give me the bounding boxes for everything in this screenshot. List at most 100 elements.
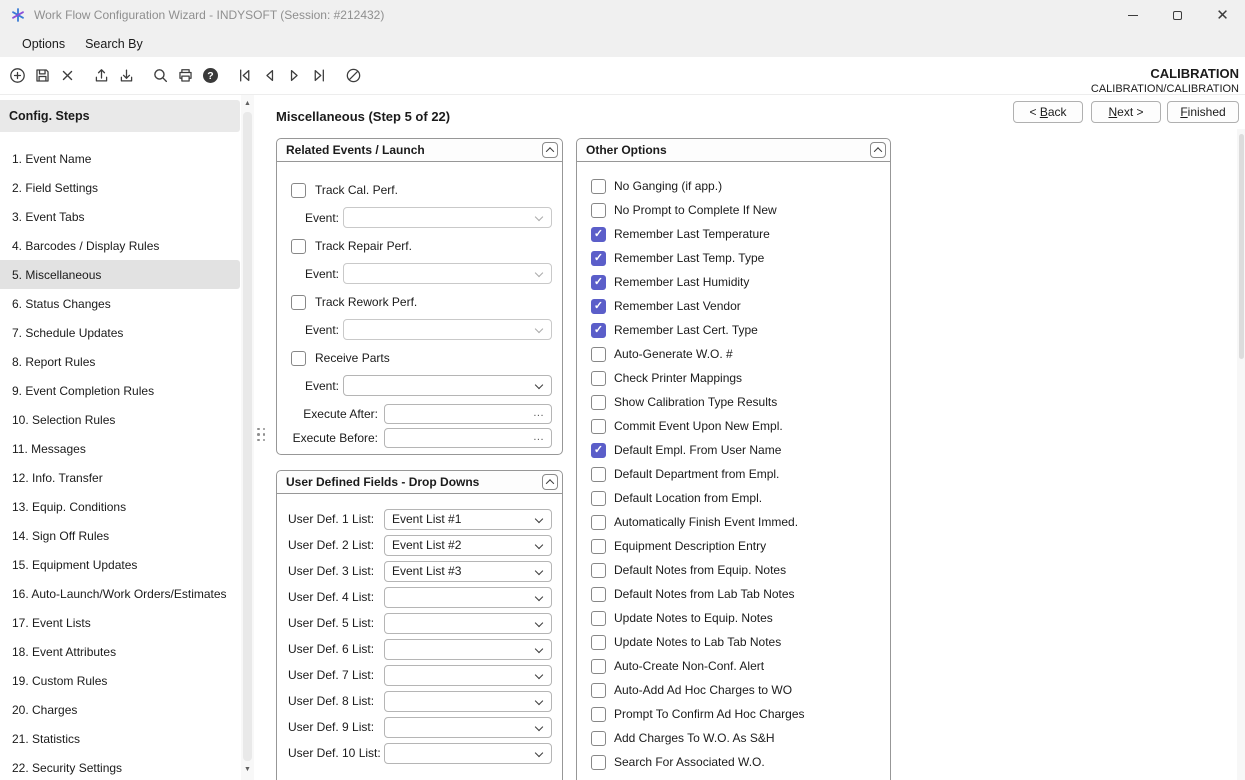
sidebar-item[interactable]: 8. Report Rules: [0, 347, 240, 376]
toolbar-save-button[interactable]: [30, 63, 55, 89]
checkbox[interactable]: [591, 347, 606, 362]
sidebar-item[interactable]: 11. Messages: [0, 434, 240, 463]
scroll-down-button[interactable]: ▼: [241, 763, 254, 776]
sidebar-item[interactable]: 3. Event Tabs: [0, 202, 240, 231]
collapse-button[interactable]: [542, 142, 558, 158]
sidebar-item[interactable]: 20. Charges: [0, 695, 240, 724]
toolbar-help-button[interactable]: ?: [198, 63, 223, 89]
checkbox[interactable]: [591, 587, 606, 602]
checkbox[interactable]: [591, 491, 606, 506]
user-def-dropdown[interactable]: [384, 639, 552, 660]
browse-button[interactable]: ...: [533, 435, 544, 441]
sidebar-item[interactable]: 19. Custom Rules: [0, 666, 240, 695]
toolbar-first-record-button[interactable]: [232, 63, 257, 89]
scroll-up-button[interactable]: ▲: [241, 97, 254, 110]
toolbar-next-record-button[interactable]: [282, 63, 307, 89]
toolbar-import-button[interactable]: [114, 63, 139, 89]
checkbox[interactable]: [591, 515, 606, 530]
next-button[interactable]: Next >: [1091, 101, 1161, 123]
checkbox[interactable]: [591, 179, 606, 194]
user-def-dropdown[interactable]: [384, 743, 552, 764]
menu-item[interactable]: Search By: [75, 32, 153, 56]
sidebar-item[interactable]: 7. Schedule Updates: [0, 318, 240, 347]
finished-button[interactable]: Finished: [1167, 101, 1239, 123]
scrollbar-thumb[interactable]: [243, 112, 252, 761]
checkbox[interactable]: [291, 239, 306, 254]
sidebar-item[interactable]: 15. Equipment Updates: [0, 550, 240, 579]
main-scrollbar[interactable]: [1237, 129, 1245, 780]
checkbox[interactable]: [291, 295, 306, 310]
sidebar-item[interactable]: 10. Selection Rules: [0, 405, 240, 434]
sidebar-item[interactable]: 18. Event Attributes: [0, 637, 240, 666]
checkbox[interactable]: [591, 395, 606, 410]
sidebar-item[interactable]: 16. Auto-Launch/Work Orders/Estimates: [0, 579, 240, 608]
user-def-dropdown[interactable]: [384, 717, 552, 738]
event-dropdown[interactable]: [343, 207, 552, 228]
event-dropdown[interactable]: [343, 319, 552, 340]
checkbox[interactable]: [591, 467, 606, 482]
user-def-dropdown[interactable]: Event List #1: [384, 509, 552, 530]
checkbox[interactable]: [591, 371, 606, 386]
toolbar-add-button[interactable]: [5, 63, 30, 89]
checkbox[interactable]: [591, 635, 606, 650]
checkbox[interactable]: [591, 227, 606, 242]
toolbar-last-record-button[interactable]: [307, 63, 332, 89]
toolbar-print-button[interactable]: [173, 63, 198, 89]
checkbox[interactable]: [591, 323, 606, 338]
checkbox[interactable]: [591, 299, 606, 314]
user-def-dropdown[interactable]: [384, 613, 552, 634]
maximize-button[interactable]: [1155, 0, 1200, 30]
sidebar-item[interactable]: 21. Statistics: [0, 724, 240, 753]
sidebar-item[interactable]: 4. Barcodes / Display Rules: [0, 231, 240, 260]
execute-after-field[interactable]: ...: [384, 404, 552, 424]
event-dropdown[interactable]: [343, 375, 552, 396]
checkbox[interactable]: [591, 683, 606, 698]
checkbox[interactable]: [291, 351, 306, 366]
checkbox[interactable]: [591, 419, 606, 434]
sidebar-item[interactable]: 6. Status Changes: [0, 289, 240, 318]
toolbar-search-button[interactable]: [148, 63, 173, 89]
collapse-button[interactable]: [870, 142, 886, 158]
checkbox[interactable]: [591, 563, 606, 578]
user-def-dropdown[interactable]: Event List #3: [384, 561, 552, 582]
sidebar-scrollbar[interactable]: ▲ ▼: [241, 95, 254, 780]
sidebar-item[interactable]: 12. Info. Transfer: [0, 463, 240, 492]
checkbox[interactable]: [291, 183, 306, 198]
checkbox[interactable]: [591, 611, 606, 626]
splitter-handle[interactable]: [257, 426, 266, 443]
checkbox[interactable]: [591, 659, 606, 674]
checkbox[interactable]: [591, 731, 606, 746]
checkbox[interactable]: [591, 251, 606, 266]
toolbar-previous-record-button[interactable]: [257, 63, 282, 89]
sidebar-item[interactable]: 13. Equip. Conditions: [0, 492, 240, 521]
browse-button[interactable]: ...: [533, 411, 544, 417]
menu-item[interactable]: Options: [12, 32, 75, 56]
toolbar-delete-button[interactable]: [55, 63, 80, 89]
user-def-dropdown[interactable]: Event List #2: [384, 535, 552, 556]
sidebar-item[interactable]: 1. Event Name: [0, 144, 240, 173]
sidebar-item[interactable]: 2. Field Settings: [0, 173, 240, 202]
execute-before-field[interactable]: ...: [384, 428, 552, 448]
collapse-button[interactable]: [542, 474, 558, 490]
back-button[interactable]: < Back: [1013, 101, 1083, 123]
toolbar-cancel-button[interactable]: [341, 63, 366, 89]
event-dropdown[interactable]: [343, 263, 552, 284]
toolbar-export-button[interactable]: [89, 63, 114, 89]
user-def-dropdown[interactable]: [384, 691, 552, 712]
checkbox[interactable]: [591, 755, 606, 770]
scrollbar-thumb[interactable]: [1239, 134, 1244, 359]
checkbox[interactable]: [591, 707, 606, 722]
sidebar-item[interactable]: 17. Event Lists: [0, 608, 240, 637]
minimize-button[interactable]: [1110, 0, 1155, 30]
sidebar-item[interactable]: 9. Event Completion Rules: [0, 376, 240, 405]
user-def-dropdown[interactable]: [384, 665, 552, 686]
checkbox[interactable]: [591, 539, 606, 554]
checkbox[interactable]: [591, 203, 606, 218]
sidebar-item[interactable]: 5. Miscellaneous: [0, 260, 240, 289]
sidebar-item[interactable]: 14. Sign Off Rules: [0, 521, 240, 550]
user-def-dropdown[interactable]: [384, 587, 552, 608]
checkbox[interactable]: [591, 443, 606, 458]
close-button[interactable]: ✕: [1200, 0, 1245, 30]
sidebar-item[interactable]: 22. Security Settings: [0, 753, 240, 780]
checkbox[interactable]: [591, 275, 606, 290]
